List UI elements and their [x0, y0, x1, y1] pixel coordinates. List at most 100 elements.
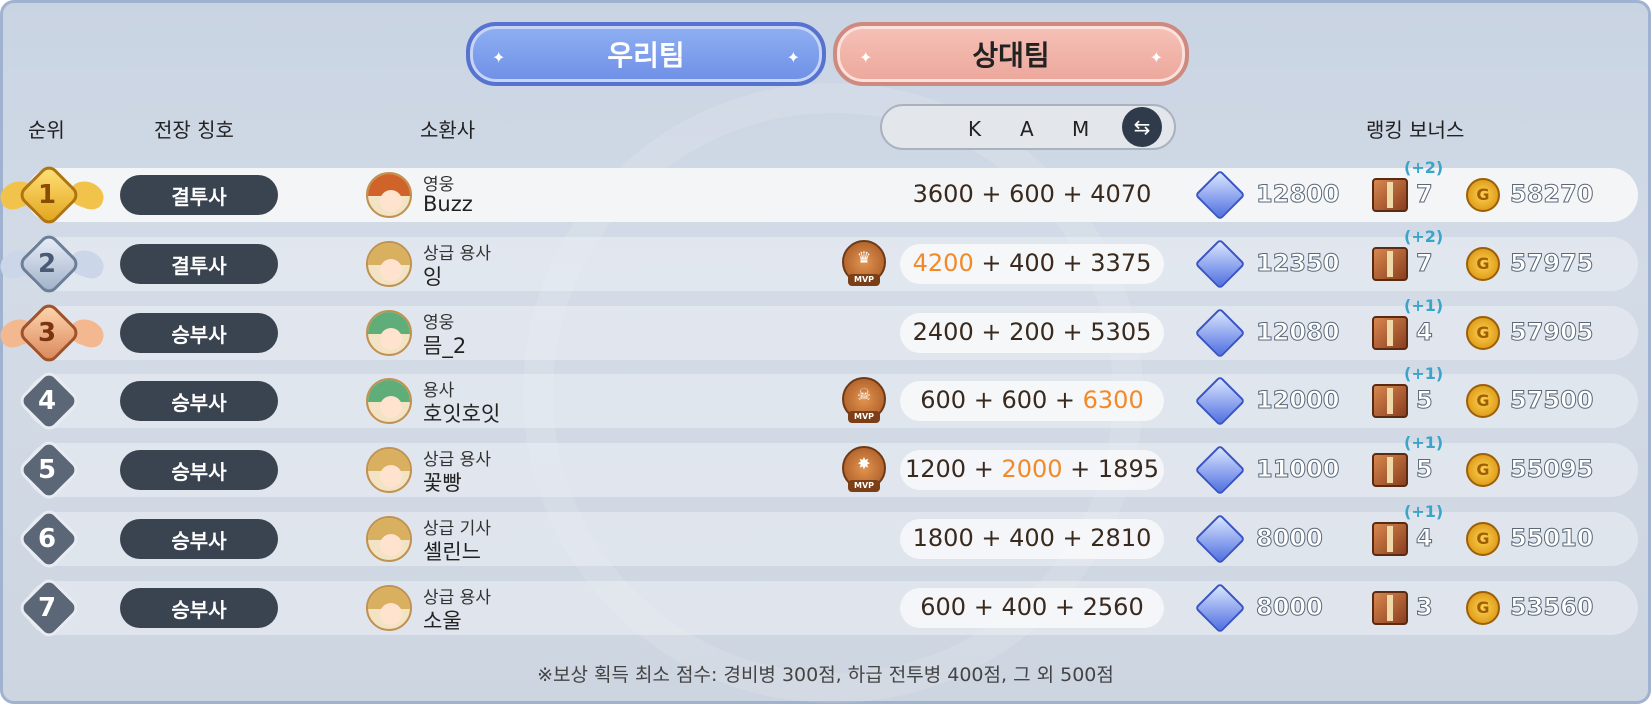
mvp-badge: ☠ MVP: [842, 377, 886, 423]
mission-score: 2810: [1090, 524, 1152, 552]
battle-title-badge: 승부사: [120, 381, 278, 421]
crystal-amount: 11000: [1256, 455, 1340, 484]
gold-coin-icon: G: [1466, 522, 1500, 556]
mission-score: 3375: [1090, 249, 1152, 277]
box-bonus: (+1): [1404, 502, 1444, 521]
gold-amount: 57905: [1510, 318, 1594, 347]
rank-badge: 6: [16, 506, 82, 572]
header-k: K: [968, 117, 982, 141]
kill-score: 1800: [912, 524, 974, 552]
gold-coin-icon: G: [1466, 384, 1500, 418]
gold-coin-icon: G: [1466, 178, 1500, 212]
reward-box-icon: [1372, 178, 1408, 212]
box-count: 7: [1416, 180, 1434, 209]
kill-score: 1200: [905, 455, 967, 483]
reward-box-icon: [1372, 384, 1408, 418]
swap-icon[interactable]: ⇆: [1122, 107, 1162, 147]
summoner-avatar[interactable]: [366, 585, 412, 631]
mvp-label: MVP: [848, 411, 880, 423]
kam-score: 600 + 400 + 2560: [920, 593, 1144, 621]
crystal-amount: 12080: [1256, 318, 1340, 347]
header-a: A: [1020, 117, 1034, 141]
box-count: 4: [1416, 318, 1434, 347]
box-bonus: (+2): [1404, 158, 1444, 177]
gold-coin-icon: G: [1466, 591, 1500, 625]
summoner-name: Buzz: [423, 192, 473, 216]
assist-score: 400: [1001, 593, 1048, 621]
summoner-avatar[interactable]: [366, 172, 412, 218]
reward-box-icon: [1372, 453, 1408, 487]
gold-amount: 57975: [1510, 249, 1594, 278]
gold-coin-icon: G: [1466, 453, 1500, 487]
mvp-label: MVP: [848, 274, 880, 286]
box-bonus: (+2): [1404, 227, 1444, 246]
mission-score: 2560: [1082, 593, 1144, 621]
kill-score: 2400: [912, 318, 974, 346]
mvp-icon: ♛: [856, 248, 872, 267]
battle-title-badge: 승부사: [120, 313, 278, 353]
rank-number: 6: [37, 524, 57, 554]
box-count: 3: [1416, 593, 1434, 622]
tab-our-team-label: 우리팀: [607, 39, 685, 72]
summoner-avatar[interactable]: [366, 310, 412, 356]
assist-score: 600: [1001, 386, 1048, 414]
mvp-label: MVP: [848, 480, 880, 492]
rank-badge: 3: [16, 300, 82, 366]
rank-number: 3: [37, 318, 57, 348]
mvp-icon: ✸: [857, 454, 871, 473]
rank-number: 7: [37, 593, 57, 623]
tab-opponent-team[interactable]: ✦ 상대팀 ✦: [833, 22, 1189, 86]
gold-amount: 55010: [1510, 524, 1594, 553]
rank-number: 2: [37, 249, 57, 279]
reward-box-icon: [1372, 316, 1408, 350]
summoner-name: 소울: [423, 609, 462, 633]
rank-badge: 1: [16, 162, 82, 228]
tab-our-team[interactable]: ✦ 우리팀 ✦: [466, 22, 826, 86]
mission-score: 4070: [1090, 180, 1152, 208]
box-bonus: (+1): [1404, 364, 1444, 383]
battle-title-badge: 승부사: [120, 450, 278, 490]
kill-score: 3600: [912, 180, 974, 208]
rank-badge: 5: [16, 437, 82, 503]
mission-score: 1895: [1097, 455, 1159, 483]
summoner-avatar[interactable]: [366, 241, 412, 287]
summoner-name: 꽃빵: [423, 471, 462, 495]
kam-score: 3600 + 600 + 4070: [912, 180, 1152, 208]
mission-score: 6300: [1082, 386, 1144, 414]
kam-score: 600 + 600 + 6300: [920, 386, 1144, 414]
summoner-name: 믐_2: [423, 334, 467, 358]
summoner-avatar[interactable]: [366, 516, 412, 562]
header-ranking-bonus: 랭킹 보너스: [1366, 118, 1465, 142]
battle-title-badge: 승부사: [120, 519, 278, 559]
box-count: 5: [1416, 455, 1434, 484]
box-count: 4: [1416, 524, 1434, 553]
kam-score: 1800 + 400 + 2810: [912, 524, 1152, 552]
kam-score: 1200 + 2000 + 1895: [905, 455, 1159, 483]
gold-coin-icon: G: [1466, 316, 1500, 350]
box-count: 5: [1416, 386, 1434, 415]
sparkle-icon: ✦: [859, 48, 873, 67]
crystal-amount: 12800: [1256, 180, 1340, 209]
assist-score: 400: [1009, 524, 1055, 552]
reward-box-icon: [1372, 522, 1408, 556]
assist-score: 200: [1009, 318, 1055, 346]
reward-box-icon: [1372, 247, 1408, 281]
header-rank: 순위: [28, 118, 65, 142]
sparkle-icon: ✦: [786, 48, 800, 67]
summoner-avatar[interactable]: [366, 378, 412, 424]
assist-score: 2000: [1001, 455, 1063, 483]
rank-badge: 2: [16, 231, 82, 297]
summoner-avatar[interactable]: [366, 447, 412, 493]
crystal-amount: 8000: [1256, 593, 1324, 622]
kam-score: 2400 + 200 + 5305: [912, 318, 1152, 346]
mvp-badge: ♛ MVP: [842, 240, 886, 286]
header-m: M: [1072, 117, 1090, 141]
crystal-amount: 12000: [1256, 386, 1340, 415]
rank-number: 5: [37, 455, 57, 485]
box-count: 7: [1416, 249, 1434, 278]
rank-badge: 4: [16, 368, 82, 434]
gold-amount: 57500: [1510, 386, 1594, 415]
kill-score: 600: [920, 386, 967, 414]
gold-amount: 53560: [1510, 593, 1594, 622]
battle-title-badge: 결투사: [120, 175, 278, 215]
